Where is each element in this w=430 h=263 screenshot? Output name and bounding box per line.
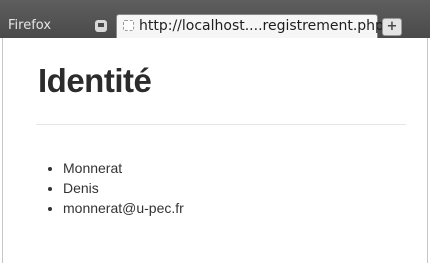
app-name: Firefox [8,18,52,33]
page-content: Identité Monnerat Denis monnerat@u-pec.f… [2,38,428,263]
title-bar: Firefox http://localhost....registrement… [0,0,430,38]
identity-list: Monnerat Denis monnerat@u-pec.fr [37,158,184,218]
list-item: monnerat@u-pec.fr [63,198,184,218]
browser-window: Firefox http://localhost....registrement… [0,0,430,263]
list-item: Denis [63,178,184,198]
tab-title: http://localhost....registrement.php [139,18,384,34]
new-tab-button[interactable]: + [382,18,402,36]
browser-tab[interactable]: http://localhost....registrement.php [116,14,384,38]
list-item: Monnerat [63,158,184,178]
page-title: Identité [38,62,152,99]
heading-divider [36,124,406,125]
page-favicon-icon [123,20,134,31]
tab-groups-icon[interactable] [95,20,107,32]
